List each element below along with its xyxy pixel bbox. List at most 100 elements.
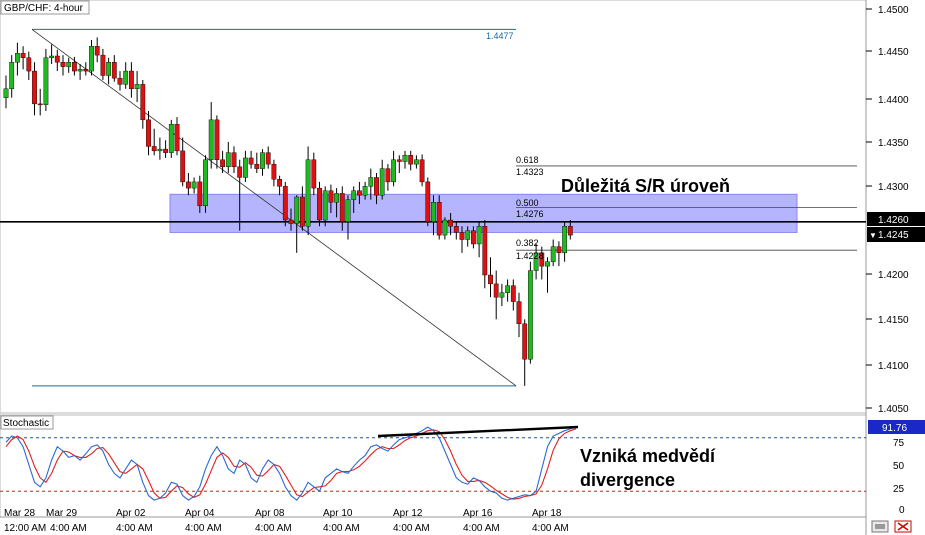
candle-body [402,155,408,162]
time-label: 4:00 AM [323,523,360,534]
divergence-annotation-line2: divergence [580,470,675,490]
candle-body [339,193,345,222]
candle-body [3,88,9,98]
candle-body [174,124,180,152]
candle-body [510,285,516,302]
candle-body [556,246,562,254]
fib-500-price: 1.4276 [516,209,544,219]
price-tick: 1.4100 [878,361,909,372]
candle-body [197,181,203,207]
candle-body [322,190,328,221]
candle-body [476,226,482,245]
candle-body [448,219,453,227]
candle-body [157,148,163,152]
time-label: 4:00 AM [116,523,153,534]
current-price-label: 1.4245 [878,230,909,241]
time-label: 4:00 AM [532,523,569,534]
candle-body [225,152,231,168]
candle-body [242,157,248,178]
price-tick: 1.4500 [878,5,909,16]
candle-body [442,219,448,236]
candle-body [54,55,60,63]
price-tick: 1.4200 [878,270,909,281]
time-label: 4:00 AM [255,523,292,534]
candle-body [248,157,254,165]
candle-body [32,70,37,105]
date-label: Apr 02 [116,508,146,519]
candle-body [203,159,208,207]
forex-chart: GBP/CHF: 4-hour 1.4477 0.618 1.4323 0.50… [0,0,925,535]
candle-body [396,159,402,162]
candle-body [220,159,225,168]
time-label: 4:00 AM [393,523,430,534]
candle-body [100,54,106,76]
candle-body [453,226,459,233]
candle-body [425,181,431,222]
candle-body [134,84,140,90]
candle-body [83,69,89,72]
candle-body [499,292,505,298]
candle-body [328,190,334,203]
fib-500-ratio: 0.500 [516,198,539,208]
candle-body [117,77,123,85]
candle-body [545,261,550,267]
price-tick: 1.4050 [878,404,909,415]
candle-body [37,103,43,106]
candle-body [550,246,556,262]
fib-618-ratio: 0.618 [516,155,539,165]
date-label: Apr 08 [255,508,285,519]
candle-body [374,177,379,196]
candle-body [43,57,49,105]
price-tick: 1.4400 [878,95,909,106]
candle-body [562,226,568,254]
candle-body [180,150,186,183]
candle-body [185,181,191,189]
candle-body [465,230,471,240]
candle-body [140,84,146,121]
candle-body [528,270,533,360]
candle-body [334,193,339,203]
date-label: Mar 28 [4,508,36,519]
candle-body [20,53,26,58]
candle-body [362,186,368,196]
candle-body [385,168,391,183]
candle-body [71,62,77,72]
candle-body [345,199,351,222]
fib-618-price: 1.4323 [516,167,544,177]
candle-body [419,159,425,183]
candle-body [317,187,322,221]
candle-body [488,274,493,285]
candle-body [516,301,522,324]
candle-body [471,230,476,245]
time-label: 12:00 AM [4,523,46,534]
candle-body [271,163,277,180]
candle-body [311,159,317,189]
candle-body [368,177,374,187]
chart-title: GBP/CHF: 4-hour [4,3,84,14]
candle-body [168,124,174,153]
current-price-arrow: ▼ [869,231,877,240]
fib-382-ratio: 0.382 [516,238,539,248]
date-label: Apr 10 [323,508,353,519]
candle-body [191,181,197,189]
candle-body [357,190,362,196]
fib-high-price: 1.4477 [486,31,514,41]
candle-body [294,196,300,224]
stoch-tick: 75 [893,438,905,449]
date-label: Apr 12 [393,508,423,519]
date-label: Apr 04 [185,508,215,519]
stoch-tick: 50 [893,461,905,472]
candle-body [505,285,510,293]
divergence-annotation-line1: Vzniká medvědí [580,446,716,466]
stoch-tick: 0 [899,505,905,516]
candle-body [567,226,573,236]
candle-body [277,179,282,187]
candle-body [459,232,465,240]
candle-body [237,166,243,178]
price-tick: 1.4150 [878,315,909,326]
candle-body [128,70,134,89]
candle-body [493,283,499,298]
candle-body [522,323,528,360]
candle-body [282,186,288,221]
candle-body [305,159,311,227]
